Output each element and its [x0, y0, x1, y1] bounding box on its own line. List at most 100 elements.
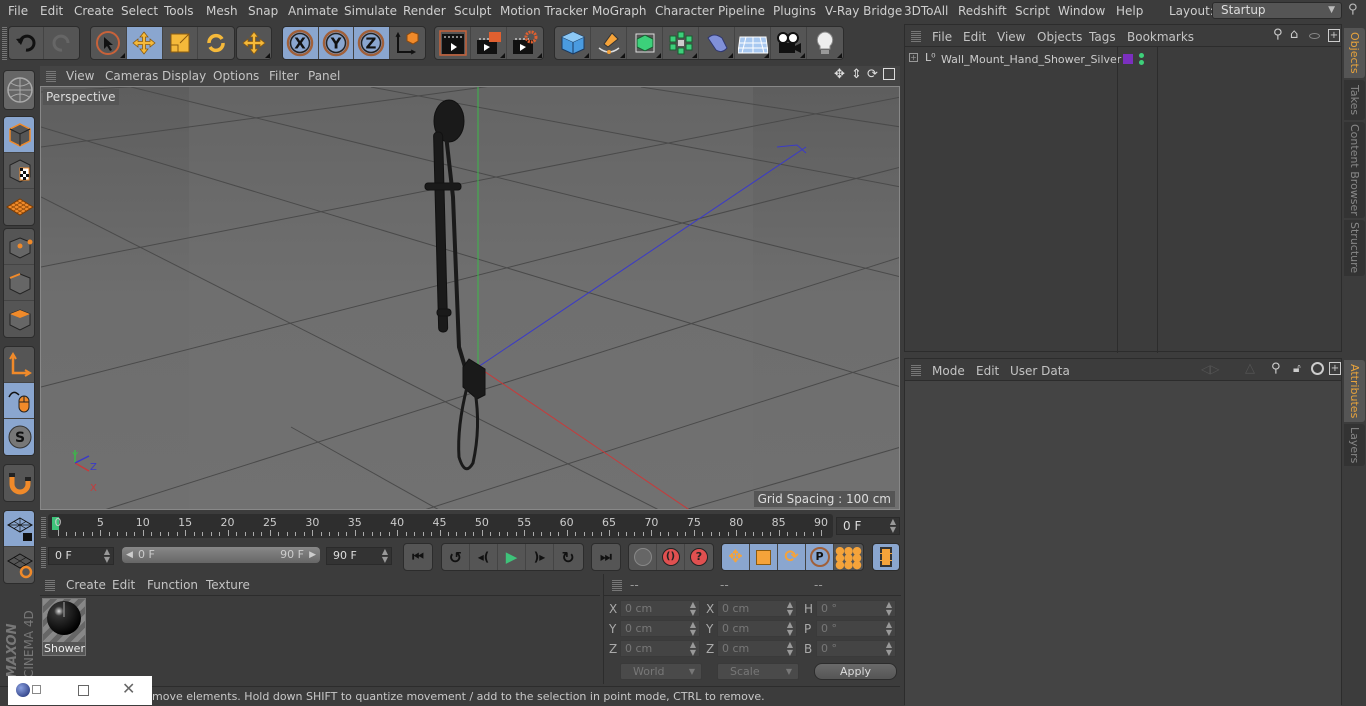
attribute-menu-user-data[interactable]: User Data — [1010, 364, 1070, 378]
layer-color-swatch[interactable] — [1123, 54, 1133, 64]
menu-mesh[interactable]: Mesh — [206, 4, 238, 18]
up-arrow-icon[interactable]: △ — [1245, 361, 1255, 376]
editor-visibility-dot[interactable] — [1139, 53, 1144, 58]
tab-takes[interactable]: Takes — [1344, 80, 1365, 120]
coordinate-system-button[interactable] — [390, 27, 425, 59]
material-swatch[interactable]: Shower — [42, 598, 86, 656]
z-axis-lock-button[interactable]: Z — [354, 27, 390, 59]
expand-icon[interactable]: + — [909, 53, 918, 62]
search-icon[interactable]: ⚲ — [1273, 27, 1283, 42]
polygons-mode-button[interactable] — [4, 301, 34, 337]
timeline-ruler[interactable]: 0 5 10 15 20 25 30 35 40 45 50 55 60 65 70 75 80 85 90 — [48, 514, 833, 538]
zoom-view-icon[interactable]: ⇕ — [851, 67, 862, 82]
light-button[interactable] — [807, 27, 843, 59]
viewport-grip[interactable] — [46, 70, 56, 82]
pan-view-icon[interactable]: ✥ — [834, 67, 845, 82]
attribute-menu-edit[interactable]: Edit — [976, 364, 999, 378]
cloner-button[interactable] — [663, 27, 699, 59]
next-frame-button[interactable]: )▸ — [526, 544, 554, 570]
object-name[interactable]: Wall_Mount_Hand_Shower_Silver — [941, 53, 1121, 66]
range-left-arrow-icon[interactable]: ◀ — [126, 547, 133, 563]
menu-sculpt[interactable]: Sculpt — [454, 4, 491, 18]
rotate-tool-button[interactable] — [198, 27, 234, 59]
menu-plugins[interactable]: Plugins — [773, 4, 816, 18]
goto-start-button[interactable]: ⏮ — [404, 544, 432, 570]
spinner-icon[interactable]: ▲ ▼ — [886, 641, 892, 657]
toggle-view-icon[interactable] — [883, 68, 895, 80]
current-frame-field[interactable]: 0 F ▲ ▼ — [836, 517, 900, 535]
spinner-icon[interactable]: ▲ ▼ — [690, 601, 696, 617]
rot-h-field[interactable]: 0 ° ▲ ▼ — [816, 600, 896, 617]
live-selection-button[interactable] — [91, 27, 127, 59]
coordinate-space-select[interactable]: World ▼ — [620, 663, 702, 680]
layout-select[interactable]: Startup ▼ — [1212, 2, 1342, 19]
attribute-menu-mode[interactable]: Mode — [932, 364, 965, 378]
material-menu-function[interactable]: Function — [147, 578, 198, 592]
object-menu-edit[interactable]: Edit — [963, 30, 986, 44]
timeline-grip[interactable] — [41, 516, 46, 538]
column-divider[interactable] — [1117, 47, 1118, 353]
menu-render[interactable]: Render — [403, 4, 446, 18]
render-visibility-dot[interactable] — [1139, 60, 1144, 65]
timeline-window-button[interactable] — [873, 544, 899, 570]
menu-pipeline[interactable]: Pipeline — [718, 4, 765, 18]
object-menu-file[interactable]: File — [932, 30, 952, 44]
pos-y-field[interactable]: 0 cm ▲ ▼ — [620, 620, 700, 637]
menu-file[interactable]: File — [8, 4, 28, 18]
back-arrow-icon[interactable]: ◁▷ — [1201, 362, 1219, 376]
home-icon[interactable]: ⌂ — [1290, 27, 1298, 42]
render-settings-button[interactable] — [507, 27, 543, 59]
search-icon[interactable]: ⚲ — [1348, 2, 1358, 17]
spinner-icon[interactable]: ▲ ▼ — [787, 601, 793, 617]
object-menu-objects[interactable]: Objects — [1037, 30, 1082, 44]
render-view-button[interactable] — [435, 27, 471, 59]
camera-button[interactable] — [771, 27, 807, 59]
transport-grip[interactable] — [41, 546, 46, 568]
align-workplane-button[interactable] — [4, 547, 34, 583]
object-menu-view[interactable]: View — [997, 30, 1025, 44]
material-menu-texture[interactable]: Texture — [206, 578, 250, 592]
search-icon[interactable]: ⚲ — [1271, 361, 1281, 376]
menu-motion-tracker[interactable]: Motion Tracker — [500, 4, 588, 18]
menu-mograph[interactable]: MoGraph — [592, 4, 647, 18]
spinner-icon[interactable]: ▲ ▼ — [690, 621, 696, 637]
goto-end-button[interactable]: ⏭ — [592, 544, 620, 570]
viewport-menu-view[interactable]: View — [66, 69, 94, 83]
prev-frame-button[interactable]: ◂( — [470, 544, 498, 570]
menu-create[interactable]: Create — [74, 4, 114, 18]
material-grip[interactable] — [45, 579, 55, 591]
pos-z-field[interactable]: 0 cm ▲ ▼ — [620, 640, 700, 657]
points-mode-button[interactable] — [4, 229, 34, 265]
spinner-icon[interactable]: ▲ ▼ — [886, 621, 892, 637]
keyframe-selection-button[interactable]: ? — [685, 544, 713, 570]
object-menu-bookmarks[interactable]: Bookmarks — [1127, 30, 1194, 44]
recent-tool-button[interactable] — [237, 27, 271, 59]
object-menu-tags[interactable]: Tags — [1089, 30, 1116, 44]
size-x-field[interactable]: 0 cm ▲ ▼ — [717, 600, 797, 617]
viewport-menu-filter[interactable]: Filter — [269, 69, 299, 83]
key-parameter-button[interactable]: P — [806, 544, 834, 570]
visibility-icon[interactable] — [1309, 33, 1320, 39]
close-icon[interactable]: ✕ — [122, 679, 135, 698]
cube-button[interactable] — [555, 27, 591, 59]
lock-icon[interactable]: 🔓︎ — [1293, 361, 1301, 376]
x-axis-lock-button[interactable]: X — [283, 27, 319, 59]
new-panel-icon[interactable]: + — [1328, 29, 1340, 42]
coordinates-grip[interactable] — [612, 579, 622, 591]
play-button[interactable]: ▶ — [498, 544, 526, 570]
redo-button[interactable] — [44, 27, 79, 59]
maximize-icon[interactable] — [78, 685, 89, 696]
menu-window[interactable]: Window — [1058, 4, 1105, 18]
snap-button[interactable] — [4, 465, 34, 501]
spinner-icon[interactable]: ▲ ▼ — [382, 548, 388, 564]
make-editable-button[interactable] — [4, 71, 34, 109]
object-row[interactable]: + L⁰ Wall_Mount_Hand_Shower_Silver — [905, 49, 1341, 69]
pos-x-field[interactable]: 0 cm ▲ ▼ — [620, 600, 700, 617]
material-menu-edit[interactable]: Edit — [112, 578, 135, 592]
menu-script[interactable]: Script — [1015, 4, 1050, 18]
workplane-mode-button[interactable] — [4, 189, 34, 225]
record-keys-button[interactable] — [629, 544, 657, 570]
key-scale-button[interactable] — [750, 544, 778, 570]
spinner-icon[interactable]: ▲ ▼ — [886, 601, 892, 617]
viewport-menu-display[interactable]: Display — [162, 69, 206, 83]
